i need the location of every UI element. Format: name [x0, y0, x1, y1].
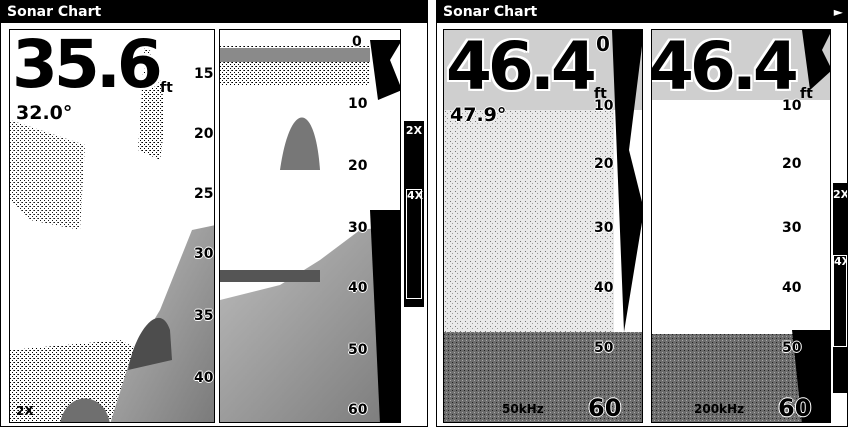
zoom-bar[interactable]: 2X 4X [833, 183, 847, 393]
frequency-label: 50kHz [502, 402, 544, 416]
depth-unit: ft [160, 80, 173, 96]
window-title-bar: Sonar Chart ► [437, 1, 847, 23]
scale-tick: 0 [352, 34, 362, 50]
scale-tick: 30 [348, 220, 368, 236]
scale-tick: 40 [194, 370, 214, 386]
water-temp: 47.9° [450, 104, 507, 126]
scale-tick: 0 [596, 32, 610, 56]
sonar-panel-full: 35.6 ft 32.0° 15 20 25 30 35 40 2X [9, 29, 215, 423]
scale-tick: 50 [348, 342, 368, 358]
sonar-panel-200khz: 46.4 ft 10 20 30 40 50 200kHz 60 [651, 29, 831, 423]
scale-tick: 10 [782, 98, 802, 114]
sonar-graph-zoom [220, 40, 400, 422]
scale-tick: 50 [782, 340, 802, 356]
scale-tick: 20 [194, 126, 214, 142]
scale-tick: 25 [194, 186, 214, 202]
scale-tick: 35 [194, 308, 214, 324]
zoom-label: 2X [16, 404, 34, 418]
scale-tick: 30 [594, 220, 614, 236]
zoom-4x-box[interactable]: 4X [833, 255, 847, 347]
scale-tick: 60 [348, 402, 368, 418]
scale-tick: 10 [348, 96, 368, 112]
scale-tick: 40 [594, 280, 614, 296]
sonar-screen-right: Sonar Chart ► 46.4 ft 47.9° 0 10 20 30 4… [436, 0, 848, 427]
zoom-2x-label: 2X [405, 124, 423, 137]
bottom-depth: 60 [588, 394, 622, 422]
scale-tick: 10 [594, 98, 614, 114]
frequency-label: 200kHz [694, 402, 745, 416]
scale-tick: 40 [348, 280, 368, 296]
zoom-4x-box[interactable]: 4X [406, 189, 423, 299]
depth-readout: 46.4 [446, 29, 597, 105]
zoom-2x-label: 2X [833, 188, 848, 201]
arrow-right-icon: ► [833, 5, 843, 19]
depth-readout: 46.4 [651, 29, 799, 105]
window-title-bar: Sonar Chart [1, 1, 427, 23]
scale-tick: 30 [782, 220, 802, 236]
window-title: Sonar Chart [7, 4, 102, 20]
scale-tick: 20 [782, 156, 802, 172]
sonar-panel-zoom: 0 10 20 30 40 50 60 [219, 29, 401, 423]
scale-tick: 20 [348, 158, 368, 174]
water-temp: 32.0° [16, 102, 73, 124]
window-title: Sonar Chart [443, 4, 538, 20]
bottom-depth: 60 [778, 394, 812, 422]
scale-tick: 30 [194, 246, 214, 262]
depth-unit: ft [800, 86, 813, 102]
scale-tick: 40 [782, 280, 802, 296]
scale-tick: 20 [594, 156, 614, 172]
scale-tick: 50 [594, 340, 614, 356]
sonar-panel-50khz: 46.4 ft 47.9° 0 10 20 30 40 50 50kHz 60 [443, 29, 643, 423]
zoom-bar[interactable]: 2X 4X [404, 121, 424, 307]
scale-tick: 15 [194, 66, 214, 82]
depth-readout: 35.6 [12, 29, 163, 103]
sonar-screen-left: Sonar Chart 35.6 ft 32.0° 15 20 25 30 35… [0, 0, 428, 427]
